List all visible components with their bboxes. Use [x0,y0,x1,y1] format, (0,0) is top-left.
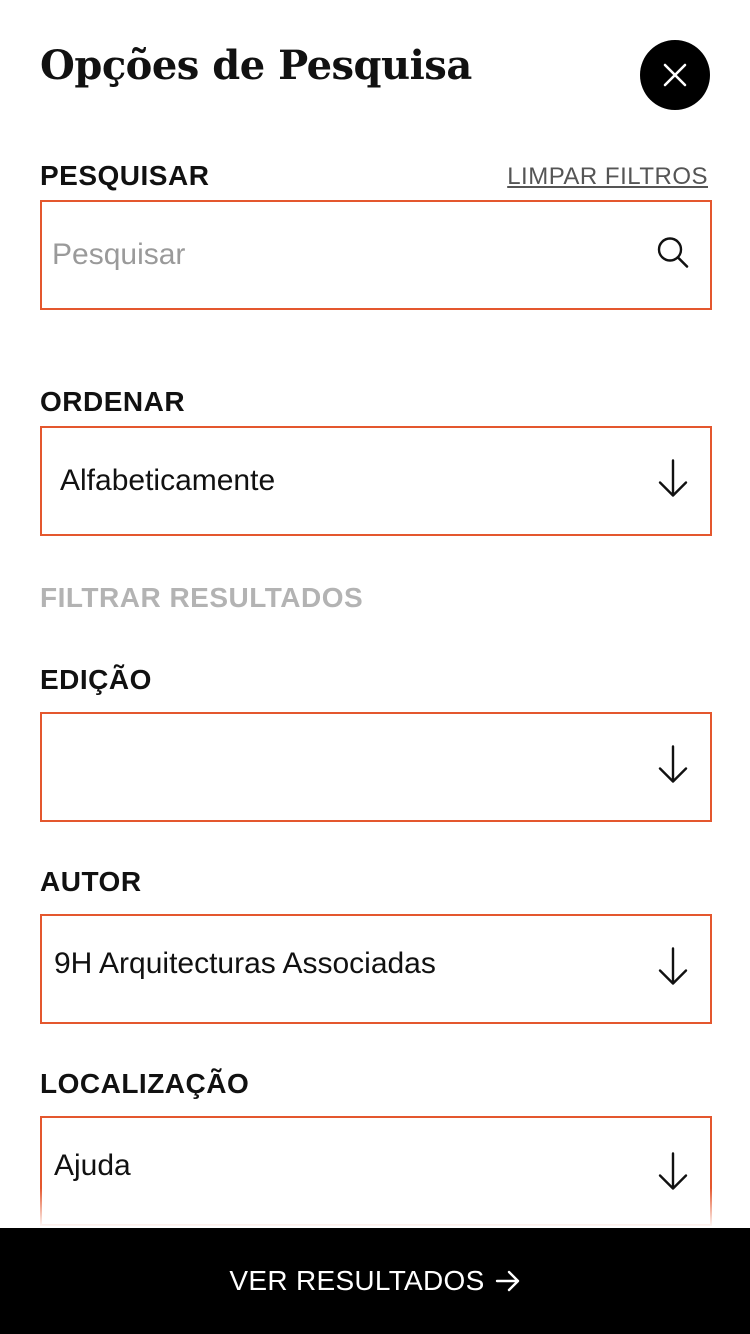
search-icon[interactable] [656,236,690,275]
edition-label: EDIÇÃO [40,664,152,695]
arrow-right-icon [495,1270,519,1292]
view-results-label: VER RESULTADOS [229,1265,485,1296]
filter-results-heading: FILTRAR RESULTADOS [40,582,364,613]
page-title: Opções de Pesquisa [40,42,472,89]
sort-select[interactable]: Alfabeticamente [40,426,712,536]
close-icon [663,63,687,87]
arrow-down-icon [656,459,690,504]
location-selected-value: Ajuda [54,1149,131,1182]
clear-filters-link[interactable]: LIMPAR FILTROS [507,163,708,191]
author-selected-value: 9H Arquitecturas Associadas [54,947,436,980]
scroll-fade [0,1188,750,1228]
arrow-down-icon [656,947,690,992]
close-button[interactable] [640,40,710,110]
arrow-down-icon [656,745,690,790]
sort-selected-value: Alfabeticamente [60,464,276,497]
author-label: AUTOR [40,866,142,897]
search-input[interactable] [52,202,632,308]
search-field[interactable] [40,200,712,310]
search-label: PESQUISAR [40,160,210,191]
edition-select[interactable] [40,712,712,822]
view-results-button[interactable]: VER RESULTADOS [0,1228,750,1334]
location-label: LOCALIZAÇÃO [40,1068,250,1099]
sort-label: ORDENAR [40,386,186,417]
author-select[interactable]: 9H Arquitecturas Associadas [40,914,712,1024]
